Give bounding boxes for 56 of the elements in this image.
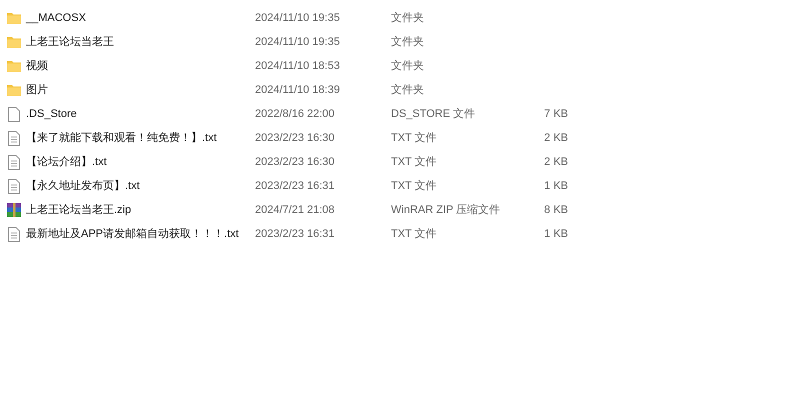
folder-icon	[7, 60, 21, 72]
file-size: 1 KB	[544, 226, 568, 242]
file-name: 【永久地址发布页】.txt	[26, 180, 140, 192]
modified-date: 2024/11/10 19:35	[255, 12, 340, 24]
file-type: 文件夹	[391, 84, 424, 96]
file-size: 8 KB	[544, 202, 568, 218]
file-type: TXT 文件	[391, 180, 437, 192]
file-name: 上老王论坛当老王.zip	[26, 204, 132, 216]
modified-date: 2023/2/23 16:31	[255, 180, 335, 192]
archive-icon	[7, 203, 21, 217]
modified-date: 2024/11/10 18:39	[255, 84, 340, 96]
file-name: 视频	[26, 60, 48, 72]
file-name: 【来了就能下载和观看！纯免费！】.txt	[26, 132, 217, 144]
text-file-icon	[8, 154, 20, 170]
file-type: TXT 文件	[391, 132, 437, 144]
file-type: 文件夹	[391, 36, 424, 48]
folder-icon	[7, 36, 21, 48]
file-size: 7 KB	[544, 106, 568, 122]
modified-date: 2023/2/23 16:30	[255, 132, 335, 144]
file-type: DS_STORE 文件	[391, 108, 476, 120]
file-row[interactable]: 视频 2024/11/10 18:53 文件夹	[0, 54, 800, 78]
file-name: __MACOSX	[26, 12, 86, 24]
file-row[interactable]: .DS_Store 2022/8/16 22:00 DS_STORE 文件 7 KB	[0, 102, 800, 126]
file-size: 2 KB	[544, 130, 568, 146]
file-name: 上老王论坛当老王	[26, 36, 114, 48]
file-type: WinRAR ZIP 压缩文件	[391, 204, 500, 216]
modified-date: 2023/2/23 16:30	[255, 156, 335, 168]
folder-icon	[7, 12, 21, 24]
file-size: 1 KB	[544, 178, 568, 194]
text-file-icon	[8, 130, 20, 146]
file-row[interactable]: 【永久地址发布页】.txt 2023/2/23 16:31 TXT 文件 1 KB	[0, 174, 800, 198]
modified-date: 2022/8/16 22:00	[255, 108, 335, 120]
modified-date: 2023/2/23 16:31	[255, 228, 335, 240]
file-row[interactable]: 图片 2024/11/10 18:39 文件夹	[0, 78, 800, 102]
file-icon	[8, 106, 20, 122]
file-type: TXT 文件	[391, 156, 437, 168]
file-row[interactable]: 上老王论坛当老王 2024/11/10 19:35 文件夹	[0, 30, 800, 54]
file-name: .DS_Store	[26, 108, 77, 120]
modified-date: 2024/11/10 19:35	[255, 36, 340, 48]
text-file-icon	[8, 178, 20, 194]
file-row[interactable]: 【来了就能下载和观看！纯免费！】.txt 2023/2/23 16:30 TXT 文件 2 KB	[0, 126, 800, 150]
modified-date: 2024/11/10 18:53	[255, 60, 340, 72]
file-type: 文件夹	[391, 60, 424, 72]
file-row[interactable]: __MACOSX 2024/11/10 19:35 文件夹	[0, 6, 800, 30]
file-name: 【论坛介绍】.txt	[26, 156, 107, 168]
file-type: TXT 文件	[391, 228, 437, 240]
file-row[interactable]: 【论坛介绍】.txt 2023/2/23 16:30 TXT 文件 2 KB	[0, 150, 800, 174]
file-type: 文件夹	[391, 12, 424, 24]
file-row[interactable]: 上老王论坛当老王.zip 2024/7/21 21:08 WinRAR ZIP 压缩文件 8 KB	[0, 198, 800, 222]
file-row[interactable]: 最新地址及APP请发邮箱自动获取！！！.txt 2023/2/23 16:31 TXT 文件 1 KB	[0, 222, 800, 246]
file-name: 最新地址及APP请发邮箱自动获取！！！.txt	[26, 228, 239, 240]
file-name: 图片	[26, 84, 48, 96]
text-file-icon	[8, 226, 20, 242]
modified-date: 2024/7/21 21:08	[255, 204, 335, 216]
folder-icon	[7, 84, 21, 96]
file-size: 2 KB	[544, 154, 568, 170]
